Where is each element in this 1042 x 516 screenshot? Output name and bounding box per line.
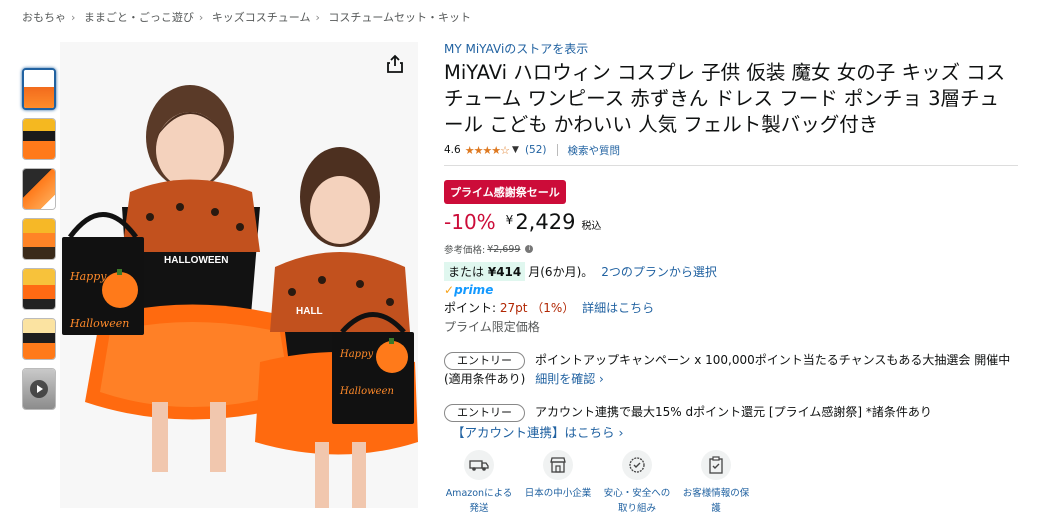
thumbnail-4[interactable] <box>22 218 56 260</box>
installment-row: または ¥414 月(6か月)。 2つのプランから選択 <box>444 262 1018 281</box>
entry-text-2: アカウント連携で最大15% dポイント還元 [プライム感謝祭] *諸条件あり <box>535 405 932 419</box>
bag-print-halloween: Halloween <box>69 317 129 330</box>
breadcrumb-separator: › <box>71 11 76 24</box>
thumbnail-6[interactable] <box>22 318 56 360</box>
breadcrumb-separator: › <box>198 11 204 24</box>
bag-print-happy: Happy <box>69 270 107 283</box>
plan-select-link[interactable]: 2つのプランから選択 <box>601 263 717 280</box>
rating-row: 4.6 ★★★★☆ ▼ (52) 検索や質問 <box>444 143 1018 157</box>
price-amount: 2,429 <box>515 210 576 234</box>
entry-campaign-1: エントリー ポイントアップキャンペーン x 100,000ポイント当たるチャンスも… <box>444 351 1018 389</box>
star-rating-icon[interactable]: ★★★★☆ <box>465 144 510 157</box>
divider <box>556 144 558 156</box>
dress-print-text-2: HALL <box>296 306 323 317</box>
delivery-van-icon <box>464 450 494 480</box>
thumbnail-video[interactable] <box>22 368 56 410</box>
sale-badge: プライム感謝祭セール <box>444 180 566 204</box>
points-value: 27pt （1%） <box>499 301 575 315</box>
prime-only-price: プライム限定価格 <box>444 320 540 334</box>
points-row: ポイント: 27pt （1%） 詳細はこちら <box>444 299 1018 316</box>
product-info: MY MiYAViのストアを表示 MiYAVi ハロウィン コスプレ 子供 仮装… <box>444 40 1018 442</box>
thumbnail-3[interactable] <box>22 168 56 210</box>
tax-label: 税込 <box>581 221 602 232</box>
installment-suffix: 月(6か月)。 <box>528 265 594 279</box>
breadcrumb: おもちゃ › ままごと・ごっこ遊び › キッズコスチューム › コスチュームセット・キ… <box>22 9 471 25</box>
feature-label: お客様情報の保護 <box>682 488 750 514</box>
entry-text-1: ポイントアップキャンペーン x 100,000ポイント当たるチャンスもある大抽選… <box>444 353 1011 386</box>
points-label: ポイント: <box>444 301 497 315</box>
product-title: MiYAVi ハロウィン コスプレ 子供 仮装 魔女 女の子 キッズ コスチュー… <box>444 61 1006 136</box>
feature-label: 安心・安全への取り組み <box>603 488 671 514</box>
review-count-link[interactable]: (52) <box>525 144 547 156</box>
divider <box>444 165 1018 166</box>
prime-check-icon: ✓ <box>444 283 455 297</box>
search-questions-link[interactable]: 検索や質問 <box>568 143 621 158</box>
price-row: -10% ¥ 2,429 税込 <box>444 210 1018 236</box>
reference-price-row: 参考価格: ¥2,699 i <box>444 242 1018 256</box>
breadcrumb-item-kids-costume[interactable]: キッズコスチューム <box>212 11 311 24</box>
product-photo: HALLOWEEN Happy Halloween HALL Happy Hal… <box>60 42 418 508</box>
shield-badge-icon <box>622 450 652 480</box>
prime-label: prime <box>454 283 494 297</box>
thumbnail-strip <box>22 68 58 418</box>
feature-label: Amazonによる発送 <box>445 488 513 514</box>
storefront-icon <box>543 450 573 480</box>
dress-print-text: HALLOWEEN <box>164 255 228 266</box>
feature-label: 日本の中小企業 <box>524 488 592 499</box>
installment-amount: ¥414 <box>487 265 522 279</box>
entry-link-2[interactable]: 【アカウント連携】はこちら › <box>452 424 1018 442</box>
bag-print-happy-2: Happy <box>339 349 373 360</box>
reference-price: ¥2,699 <box>487 243 521 255</box>
feature-privacy[interactable]: お客様情報の保護 <box>681 450 751 516</box>
store-link[interactable]: MY MiYAViのストアを表示 <box>444 40 1018 57</box>
currency-symbol: ¥ <box>505 213 514 227</box>
entry-link-1[interactable]: 細則を確認 › <box>535 372 604 386</box>
info-icon[interactable]: i <box>525 245 534 253</box>
thumbnail-1[interactable] <box>22 68 56 110</box>
breadcrumb-item-costume-set[interactable]: コスチュームセット・キット <box>328 11 471 24</box>
feature-safety[interactable]: 安心・安全への取り組み <box>602 450 672 516</box>
entry-campaign-2: エントリー アカウント連携で最大15% dポイント還元 [プライム感謝祭] *諸条… <box>444 403 1018 442</box>
breadcrumb-item-toys[interactable]: おもちゃ <box>22 11 66 24</box>
feature-badges: Amazonによる発送 日本の中小企業 安心・安全への取り組み お客様情報の保護 <box>444 450 760 516</box>
rating-value: 4.6 <box>444 144 461 156</box>
main-product-image[interactable]: HALLOWEEN Happy Halloween HALL Happy Hal… <box>60 42 418 508</box>
feature-amazon-delivery[interactable]: Amazonによる発送 <box>444 450 514 516</box>
chevron-down-icon[interactable]: ▼ <box>512 145 519 155</box>
breadcrumb-item-pretend-play[interactable]: ままごと・ごっこ遊び <box>84 11 194 24</box>
feature-small-business[interactable]: 日本の中小企業 <box>523 450 593 516</box>
entry-button-2[interactable]: エントリー <box>444 403 525 422</box>
points-details-link[interactable]: 詳細はこちら <box>582 301 654 315</box>
entry-button-1[interactable]: エントリー <box>444 351 525 370</box>
breadcrumb-separator: › <box>315 11 320 24</box>
installment-prefix: または <box>448 265 485 279</box>
discount-percent: -10% <box>444 210 496 234</box>
share-icon[interactable] <box>383 52 407 76</box>
prime-logo: ✓ prime <box>444 283 1018 297</box>
reference-price-label: 参考価格: <box>444 245 486 256</box>
thumbnail-5[interactable] <box>22 268 56 310</box>
play-icon <box>30 380 48 398</box>
thumbnail-2[interactable] <box>22 118 56 160</box>
installment-box: または ¥414 <box>444 262 526 281</box>
secure-clipboard-icon <box>701 450 731 480</box>
bag-print-halloween-2: Halloween <box>339 386 394 397</box>
